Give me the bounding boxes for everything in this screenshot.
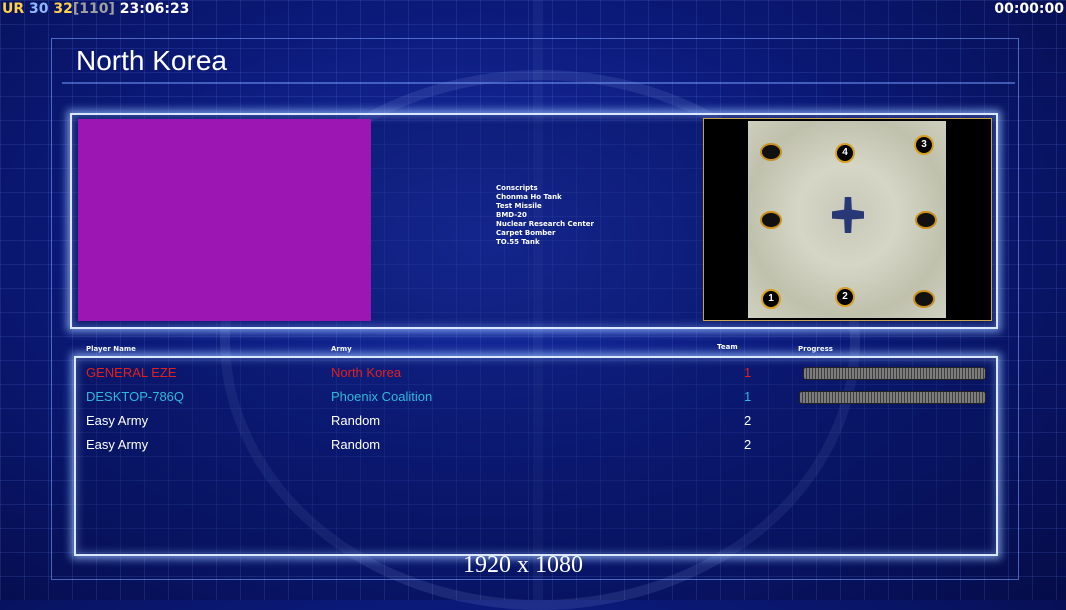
- player-team[interactable]: 1: [744, 365, 751, 381]
- unit-item: Conscripts: [496, 184, 538, 192]
- load-progress-bar: [803, 367, 986, 380]
- player-team[interactable]: 1: [744, 389, 751, 405]
- player-army[interactable]: Phoenix Coalition: [331, 389, 432, 405]
- start-position-marker[interactable]: 3: [914, 135, 934, 155]
- fps-bracket: [110]: [72, 1, 115, 17]
- unit-item: Chonma Ho Tank: [496, 193, 562, 201]
- unit-item: Test Missile: [496, 202, 542, 210]
- column-header-army: Army: [331, 345, 352, 353]
- map-terrain: 1 2 3 4: [748, 121, 946, 318]
- column-header-progress: Progress: [798, 345, 833, 353]
- fps-counter: UR 30 32[110] 23:06:23: [2, 0, 189, 18]
- empty-start-position[interactable]: [913, 290, 935, 308]
- player-name: DESKTOP-786Q: [86, 389, 185, 404]
- player-row: Easy Army Random 2: [0, 437, 1066, 461]
- player-row: GENERAL EZE North Korea 1: [0, 365, 1066, 389]
- column-header-team: Team: [717, 343, 738, 351]
- resolution-label: 1920 x 1080: [463, 552, 583, 578]
- fps-value: 30: [29, 1, 49, 17]
- start-position-marker[interactable]: 1: [761, 289, 781, 309]
- start-position-marker[interactable]: 4: [835, 143, 855, 163]
- player-team[interactable]: 2: [744, 413, 751, 429]
- player-row: Easy Army Random 2: [0, 413, 1066, 437]
- unit-item: Nuclear Research Center: [496, 220, 594, 228]
- lake-shape: [832, 197, 864, 233]
- fps-prefix: UR: [2, 1, 25, 17]
- player-name: Easy Army: [86, 413, 149, 428]
- fps-overlay: UR 30 32[110] 23:06:23 00:00:00: [0, 0, 1066, 18]
- fps-value-2: 32: [53, 1, 73, 17]
- faction-preview: [78, 119, 371, 321]
- system-clock: 23:06:23: [119, 1, 190, 17]
- player-army[interactable]: North Korea: [331, 365, 401, 381]
- unit-item: BMD-20: [496, 211, 527, 219]
- unit-list: Conscripts Chonma Ho Tank Test Missile B…: [496, 184, 594, 247]
- start-position-marker[interactable]: 2: [835, 287, 855, 307]
- player-row: DESKTOP-786Q Phoenix Coalition 1: [0, 389, 1066, 413]
- empty-start-position[interactable]: [760, 143, 782, 161]
- unit-item: TO.55 Tank: [496, 238, 540, 246]
- empty-start-position[interactable]: [915, 211, 937, 229]
- game-timer: 00:00:00: [994, 1, 1064, 17]
- title-divider: [62, 82, 1015, 84]
- player-name: GENERAL EZE: [86, 365, 177, 380]
- player-name: Easy Army: [86, 437, 149, 452]
- player-army[interactable]: Random: [331, 413, 380, 429]
- map-preview[interactable]: 1 2 3 4: [703, 118, 992, 321]
- player-army[interactable]: Random: [331, 437, 380, 453]
- load-progress-bar: [799, 391, 986, 404]
- unit-item: Carpet Bomber: [496, 229, 556, 237]
- column-header-player: Player Name: [86, 345, 136, 353]
- map-title: North Korea: [76, 45, 227, 76]
- player-team[interactable]: 2: [744, 437, 751, 453]
- empty-start-position[interactable]: [760, 211, 782, 229]
